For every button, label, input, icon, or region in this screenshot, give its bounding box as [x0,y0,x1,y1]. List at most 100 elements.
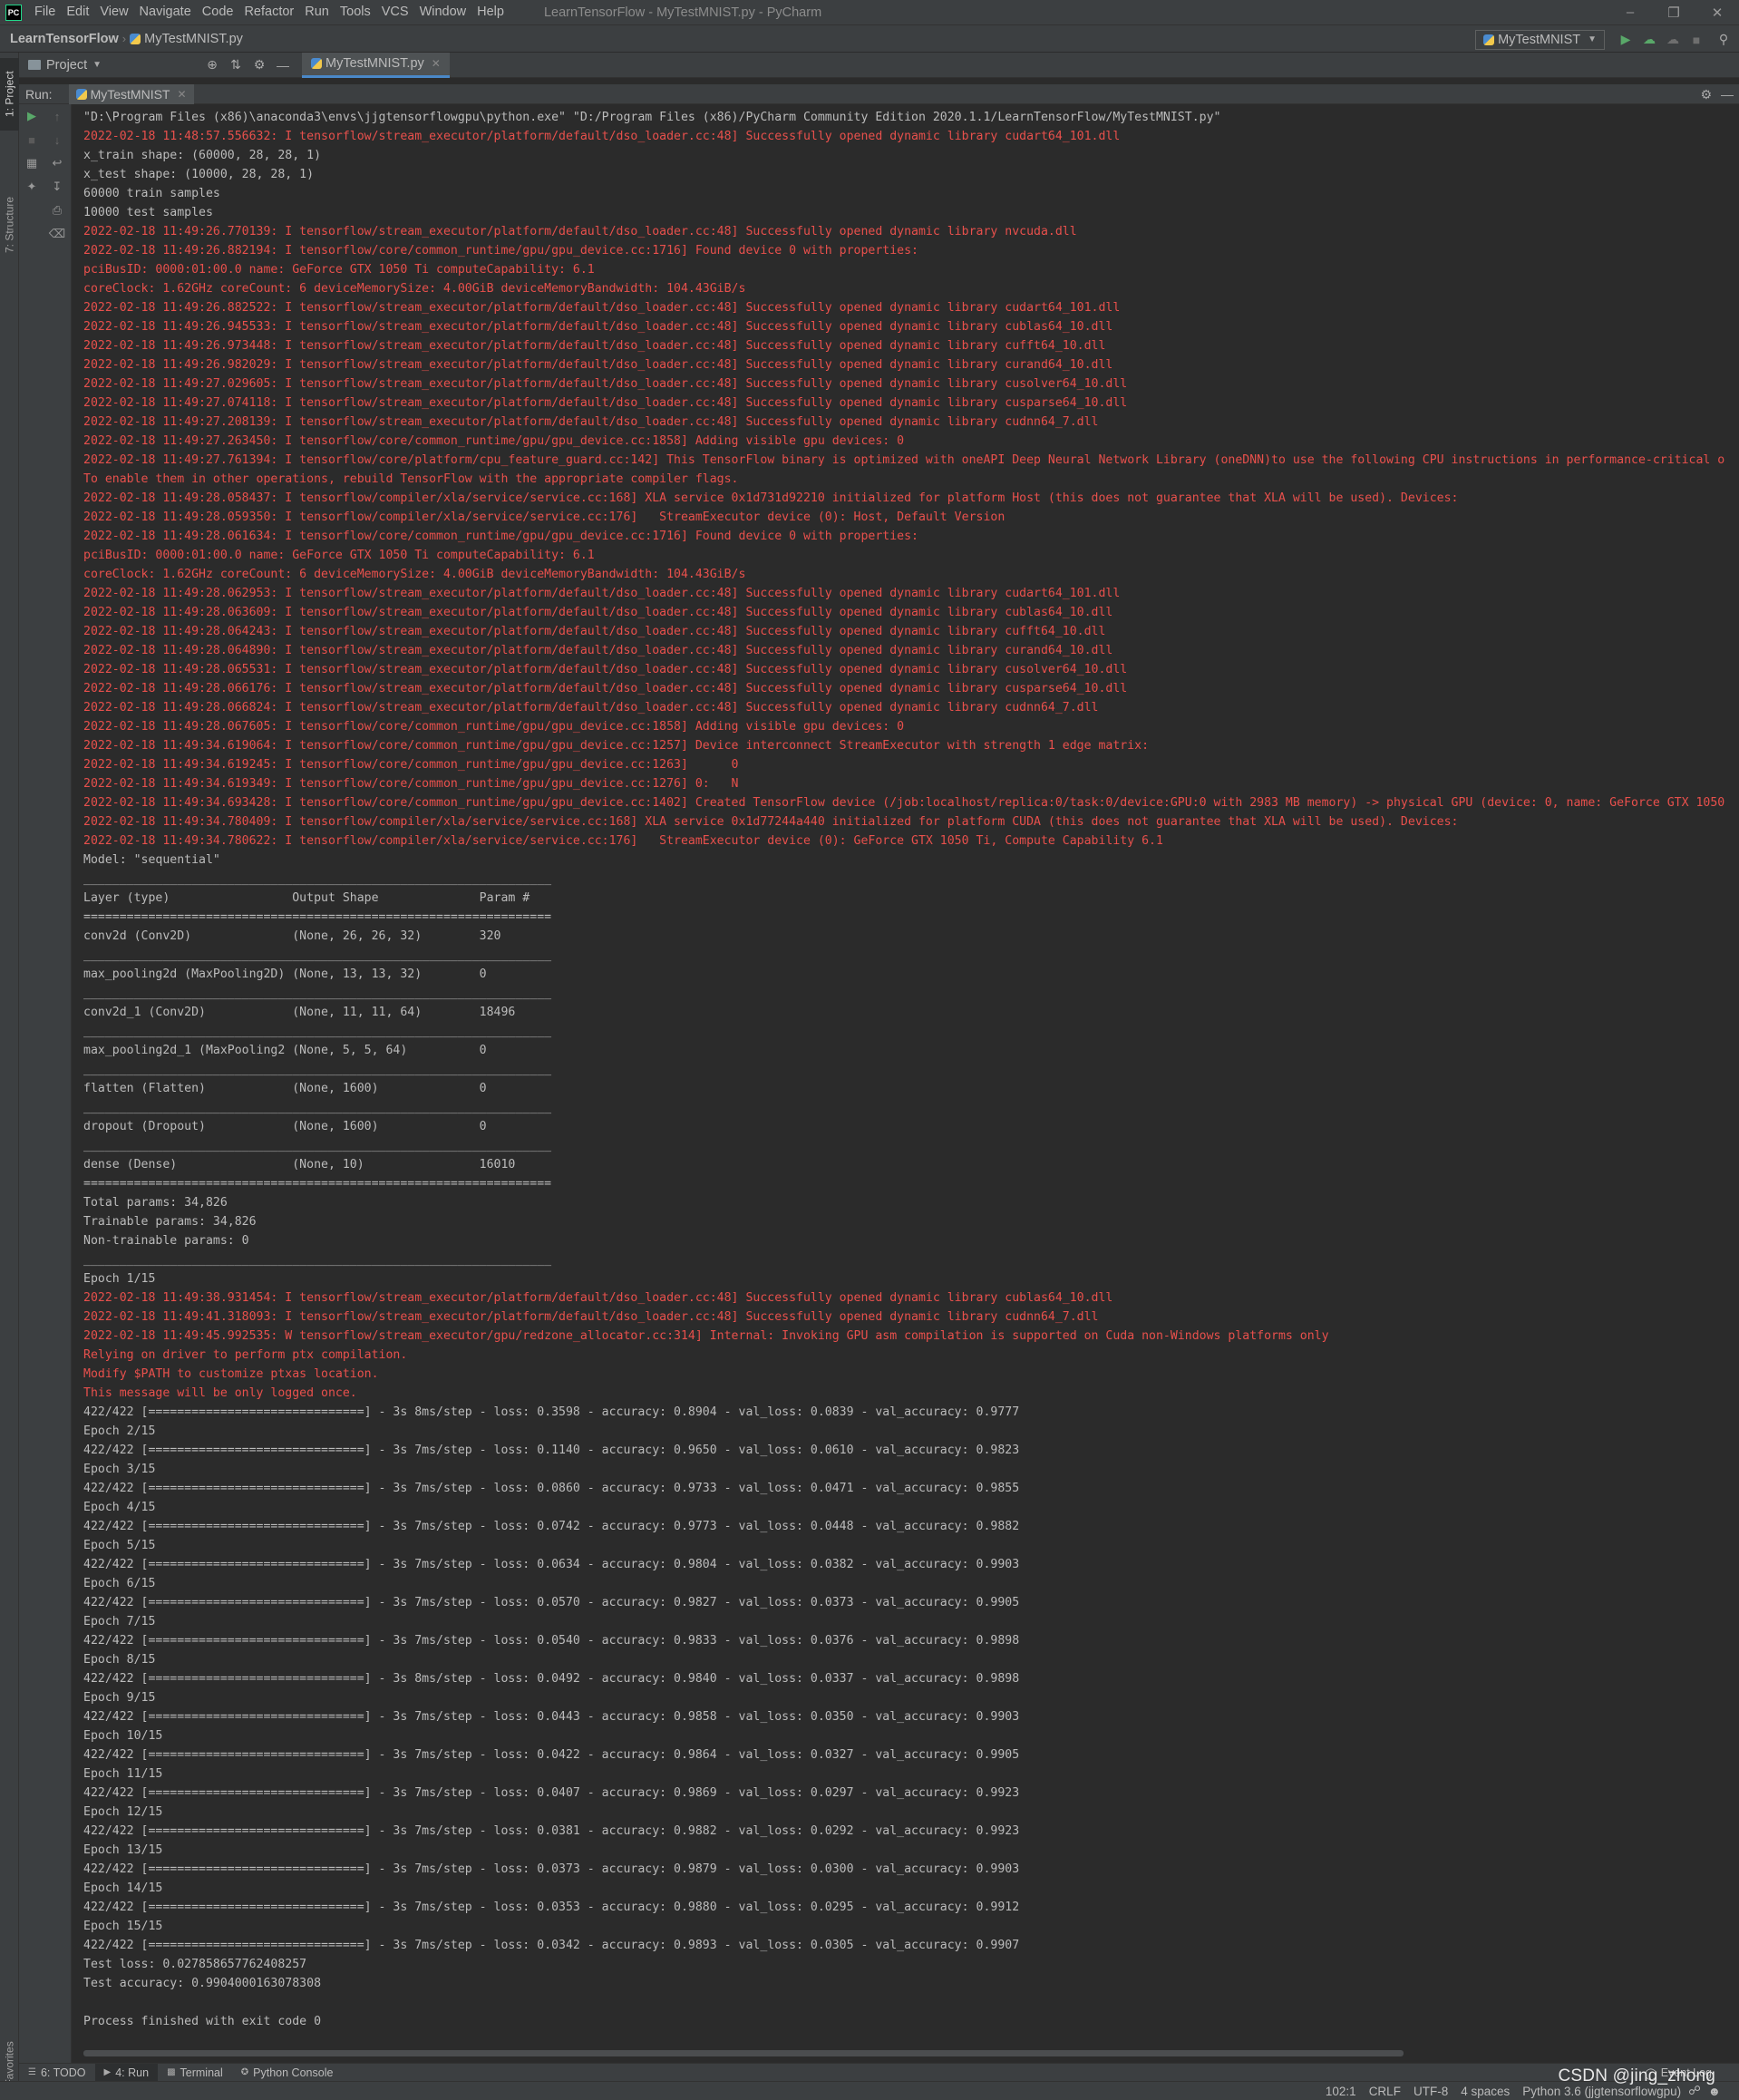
scroll-to-end-icon[interactable]: ↧ [44,175,70,199]
console-line: 422/422 [==============================]… [83,1444,1020,1457]
menu-item-code[interactable]: Code [197,0,239,24]
console-line: 422/422 [==============================]… [83,1862,1020,1876]
print-icon[interactable]: ⎙ [44,199,70,222]
trash-icon[interactable]: ⌫ [44,222,70,246]
close-icon[interactable]: ✕ [1695,0,1739,24]
stop-icon[interactable]: ■ [1685,28,1708,52]
chevron-down-icon: ▼ [1588,34,1597,44]
project-view-select[interactable]: Project ▼ [28,58,200,73]
pin-icon[interactable]: ✦ [19,175,44,199]
hide-icon[interactable]: — [271,53,295,77]
console-line: To enable them in other operations, rebu… [83,472,739,486]
terminal-tool-tab[interactable]: ▩ Terminal [158,2064,232,2082]
stop-icon[interactable]: ■ [19,128,44,151]
console-line: dense (Dense) (None, 10) 16010 [83,1158,516,1172]
line-separator[interactable]: CRLF [1369,2085,1401,2098]
folder-icon [28,60,41,70]
menu-item-run[interactable]: Run [299,0,335,24]
gear-icon[interactable]: ⚙ [1700,87,1712,102]
menu-item-tools[interactable]: Tools [335,0,376,24]
search-icon[interactable]: ⚲ [1712,28,1735,52]
console-line: Epoch 1/15 [83,1272,156,1286]
run-tab-label: MyTestMNIST [90,86,170,102]
console-line: 2022-02-18 11:49:28.067605: I tensorflow… [83,720,905,734]
close-tab-icon[interactable]: ✕ [177,88,186,101]
todo-tool-tab[interactable]: ☰ 6: TODO [19,2064,95,2082]
arrow-up-icon[interactable]: ↑ [44,104,70,128]
rerun-icon[interactable]: ▶ [19,104,44,128]
soft-wrap-icon[interactable]: ↩ [44,151,70,175]
console-line: 2022-02-18 11:49:27.761394: I tensorflow… [83,453,1725,467]
editor-tab[interactable]: MyTestMNIST.py ✕ [302,52,450,78]
menu-item-file[interactable]: File [29,0,61,24]
console-line: 2022-02-18 11:49:26.882522: I tensorflow… [83,301,1121,315]
run-tab[interactable]: MyTestMNIST ✕ [68,83,194,104]
run-label: 4: Run [115,2066,150,2079]
indent-setting[interactable]: 4 spaces [1461,2085,1510,2098]
console-line: 422/422 [==============================]… [83,1901,1020,1914]
structure-tool-tab[interactable]: 7: Structure [0,189,19,261]
console-line: 2022-02-18 11:49:27.029605: I tensorflow… [83,377,1128,391]
console-output[interactable]: "D:\Program Files (x86)\anaconda3\envs\j… [73,104,1739,2058]
python-console-tool-tab[interactable]: ✪ Python Console [232,2064,343,2082]
pycharm-logo-icon: PC [5,4,22,21]
locate-icon[interactable]: ⊕ [200,53,224,77]
console-line: 2022-02-18 11:49:41.318093: I tensorflow… [83,1310,1099,1324]
console-line: ========================================… [83,910,552,924]
menu-item-refactor[interactable]: Refactor [238,0,299,24]
run-configuration-select[interactable]: MyTestMNIST ▼ [1475,29,1605,50]
console-line: Model: "sequential" [83,853,220,867]
project-label: Project [46,57,88,73]
menu-item-vcs[interactable]: VCS [376,0,414,24]
console-line: 422/422 [==============================]… [83,1596,1020,1609]
console-line: conv2d_1 (Conv2D) (None, 11, 11, 64) 184… [83,1006,516,1019]
hide-icon[interactable]: — [1721,87,1734,102]
window-controls: – ❐ ✕ [1608,0,1739,24]
menu-item-edit[interactable]: Edit [61,0,94,24]
menu-bar: PC File Edit View Navigate Code Refactor Run To… [0,0,1739,24]
menu-item-window[interactable]: Window [414,0,472,24]
file-encoding[interactable]: UTF-8 [1414,2085,1448,2098]
console-line: Trainable params: 34,826 [83,1215,257,1229]
editor-tab-label: MyTestMNIST.py [325,56,424,71]
arrow-down-icon[interactable]: ↓ [44,128,70,151]
collapse-all-icon[interactable]: ⇅ [224,53,248,77]
watermark: CSDN @jing_zhong [1558,2066,1715,2085]
horizontal-scrollbar[interactable] [83,2050,1404,2056]
menu-item-help[interactable]: Help [471,0,510,24]
run-icon[interactable]: ▶ [1614,28,1637,52]
console-line: Test loss: 0.027858657762408257 [83,1958,307,1971]
console-line: Epoch 13/15 [83,1843,163,1857]
console-line: Epoch 3/15 [83,1463,156,1476]
menu-item-view[interactable]: View [94,0,133,24]
project-header: Project ▼ ⊕ ⇅ ⚙ — MyTestMNIST.py ✕ [19,52,1739,78]
caret-position[interactable]: 102:1 [1326,2085,1356,2098]
python-console-icon: ✪ [240,2067,249,2077]
status-bar: 102:1 CRLF UTF-8 4 spaces Python 3.6 (jj… [0,2081,1739,2100]
console-line: Epoch 6/15 [83,1577,156,1590]
menu-item-navigate[interactable]: Navigate [134,0,197,24]
console-line: ________________________________________… [83,1101,552,1114]
run-tool-tab[interactable]: ▶ 4: Run [94,2063,159,2082]
console-line: 2022-02-18 11:49:34.780409: I tensorflow… [83,815,1459,829]
run-header-actions: ⚙ — [1700,84,1734,104]
terminal-label: Terminal [180,2066,223,2079]
console-line: 2022-02-18 11:49:28.059350: I tensorflow… [83,510,1006,524]
console-line: 2022-02-18 11:49:34.619064: I tensorflow… [83,739,1150,753]
run-configuration-label: MyTestMNIST [1498,32,1581,47]
coverage-icon[interactable]: ☁ [1661,28,1685,52]
python-file-icon [311,58,322,69]
close-tab-icon[interactable]: ✕ [432,57,441,70]
layout-icon[interactable]: ▦ [19,151,44,175]
console-line: dropout (Dropout) (None, 1600) 0 [83,1120,487,1133]
restore-icon[interactable]: ❐ [1652,0,1695,24]
breadcrumb-project[interactable]: LearnTensorFlow [10,32,119,46]
console-line: 422/422 [==============================]… [83,1786,1020,1800]
gear-icon[interactable]: ⚙ [248,53,271,77]
console-line: Epoch 11/15 [83,1767,163,1781]
minimize-icon[interactable]: – [1608,0,1652,24]
project-tool-tab[interactable]: 1: Project [0,58,19,131]
debug-icon[interactable]: ☁ [1637,28,1661,52]
console-line: 2022-02-18 11:49:27.263450: I tensorflow… [83,434,905,448]
breadcrumb-file[interactable]: MyTestMNIST.py [144,32,243,46]
